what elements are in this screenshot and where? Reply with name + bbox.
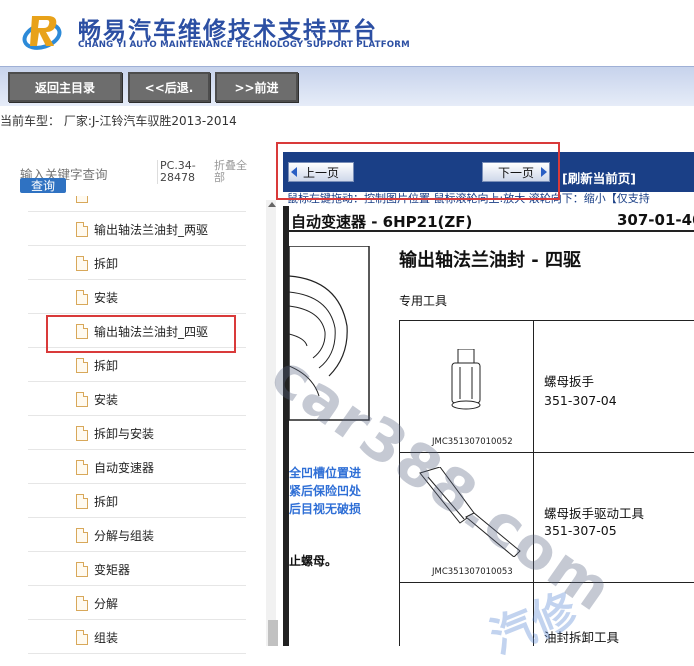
tree-item[interactable]: 安装	[28, 280, 246, 314]
document-icon	[76, 222, 88, 237]
document-header: 自动变速器 - 6HP21(ZF) 307-01-40	[289, 208, 694, 232]
tool-name: 螺母扳手	[544, 374, 595, 389]
sidebar-scrollbar[interactable]	[266, 200, 276, 646]
tree-item-label: 变矩器	[94, 563, 131, 577]
document-icon	[76, 562, 88, 577]
tree-item-label: 拆卸	[94, 257, 119, 271]
document-page-code: 307-01-40	[617, 211, 694, 229]
document-icon	[76, 630, 88, 645]
tool-number: 351-307-04	[544, 393, 617, 408]
figure-note-line: 后目视无破损	[289, 502, 362, 516]
sidebar-scrollbar-thumb[interactable]	[268, 620, 278, 646]
tree-item[interactable]: 分解	[28, 586, 246, 620]
doc-tree: 输出轴法兰油封_两驱 拆卸 安装 输出轴法兰油封_四驱 拆卸 安装 拆卸与安装 …	[28, 196, 246, 654]
document-icon	[76, 358, 88, 373]
tree-item-label: 拆卸	[94, 359, 119, 373]
back-button[interactable]: <<后退.	[128, 72, 210, 102]
home-button[interactable]: 返回主目录	[8, 72, 122, 102]
tree-item-label: 安装	[94, 393, 119, 407]
current-vehicle-value: 厂家:J-江铃汽车驭胜2013-2014	[63, 114, 237, 128]
search-box: 查询	[20, 164, 155, 193]
tool-row: JMC351307010052 螺母扳手 351-307-04	[400, 321, 694, 453]
refresh-page-link[interactable]: [刷新当前页]	[562, 168, 636, 187]
search-button[interactable]: 查询	[20, 178, 66, 193]
flange-figure	[289, 246, 370, 421]
tree-item-selected[interactable]: 输出轴法兰油封_四驱	[28, 314, 246, 348]
tool-row: 油封拆卸工具	[400, 583, 694, 646]
site-header: 畅易汽车维修技术支持平台 CHANG YI AUTO MAINTENANCE T…	[0, 0, 694, 66]
tree-item-label: 分解	[94, 597, 119, 611]
tool-name: 油封拆卸工具	[544, 630, 620, 645]
tree-item[interactable]: 变矩器	[28, 552, 246, 586]
tree-item-label: 输出轴法兰油封_四驱	[94, 325, 209, 339]
document-icon	[76, 460, 88, 475]
current-vehicle: 当前车型： 厂家:J-江铃汽车驭胜2013-2014	[0, 112, 237, 129]
tree-item-partial	[28, 196, 246, 212]
tree-item-label: 安装	[94, 291, 119, 305]
document-title: 输出轴法兰油封 - 四驱	[399, 250, 582, 271]
document-viewer: 上一页 下一页 [刷新当前页] 鼠标左键拖动：控制图片位置 鼠标滚轮向上:放大 …	[283, 152, 694, 646]
document-icon	[76, 596, 88, 611]
collapse-all-link[interactable]: 折叠全部	[214, 160, 256, 184]
figure-note-line: 紧后保险凹处	[289, 484, 362, 498]
tree-item-label: 自动变速器	[94, 461, 155, 475]
tree-item-label: 分解与组装	[94, 529, 155, 543]
document-icon	[76, 290, 88, 305]
tree-item[interactable]: 拆卸	[28, 348, 246, 382]
prev-page-button[interactable]: 上一页	[288, 162, 354, 182]
tools-heading: 专用工具	[399, 294, 448, 308]
document-icon	[76, 324, 88, 339]
tool-row: JMC351307010053 螺母扳手驱动工具 351-307-05	[400, 453, 694, 583]
tree-item[interactable]: 组装	[28, 620, 246, 654]
tree-item[interactable]: 拆卸与安装	[28, 416, 246, 450]
tool-image-cell: JMC351307010052	[400, 321, 534, 452]
tool-code: JMC351307010053	[432, 567, 513, 577]
driver-tool-icon	[419, 467, 521, 557]
tree-item-label: 拆卸与安装	[94, 427, 155, 441]
top-nav-bar: 返回主目录 <<后退. >>前进	[0, 66, 694, 106]
tree-item[interactable]: 输出轴法兰油封_两驱	[28, 212, 246, 246]
figure-note: 全凹槽位置进 紧后保险凹处 后目视无破损	[289, 464, 379, 518]
arrow-left-icon	[291, 167, 297, 177]
next-page-label: 下一页	[497, 165, 534, 180]
tool-name: 螺母扳手驱动工具	[544, 506, 645, 521]
tree-item[interactable]: 拆卸	[28, 484, 246, 518]
document-icon	[76, 528, 88, 543]
tool-image-cell: JMC351307010053	[400, 453, 534, 582]
document-icon	[76, 494, 88, 509]
tree-item-label: 组装	[94, 631, 119, 645]
arrow-right-icon	[541, 167, 547, 177]
scroll-up-arrow-icon[interactable]	[268, 202, 276, 207]
tree-item[interactable]: 自动变速器	[28, 450, 246, 484]
document-page[interactable]: 自动变速器 - 6HP21(ZF) 307-01-40 输出轴法兰油封 - 四驱…	[283, 206, 694, 646]
figure-note-line: 全凹槽位置进	[289, 466, 362, 480]
document-icon	[76, 426, 88, 441]
prev-page-label: 上一页	[302, 165, 339, 180]
tool-number: 351-307-05	[544, 523, 617, 538]
figure-note-bottom: 止螺母。	[289, 554, 338, 568]
tree-item[interactable]: 拆卸	[28, 246, 246, 280]
tool-image-cell	[400, 583, 534, 646]
tree-item[interactable]: 分解与组装	[28, 518, 246, 552]
document-icon	[76, 392, 88, 407]
next-page-button[interactable]: 下一页	[482, 162, 550, 182]
forward-button[interactable]: >>前进	[215, 72, 298, 102]
tree-item-label: 输出轴法兰油封_两驱	[94, 223, 209, 237]
r-swoosh-logo-icon	[22, 16, 62, 50]
document-section: 自动变速器 - 6HP21(ZF)	[291, 213, 473, 231]
socket-wrench-icon	[451, 349, 481, 410]
tree-item[interactable]: 安装	[28, 382, 246, 416]
tree-item-label: 拆卸	[94, 495, 119, 509]
viewer-hint: 鼠标左键拖动：控制图片位置 鼠标滚轮向上:放大 滚轮向下：缩小【仅支持	[283, 192, 694, 206]
document-icon	[76, 196, 88, 203]
tool-code: JMC351307010052	[432, 437, 513, 447]
current-vehicle-label: 当前车型：	[0, 114, 61, 128]
viewer-toolbar: 上一页 下一页 [刷新当前页]	[283, 152, 694, 192]
site-subtitle: CHANG YI AUTO MAINTENANCE TECHNOLOGY SUP…	[78, 40, 410, 50]
special-tools-table: JMC351307010052 螺母扳手 351-307-04 JMC35130…	[399, 320, 694, 646]
pc-code: PC.34-28478	[157, 160, 207, 184]
document-icon	[76, 256, 88, 271]
